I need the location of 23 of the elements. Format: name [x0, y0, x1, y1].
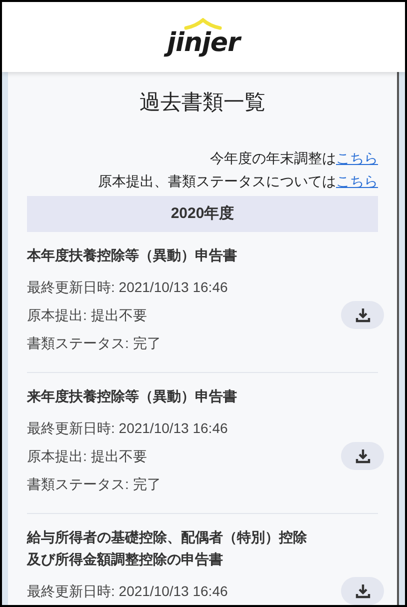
download-button[interactable] [341, 442, 384, 470]
here-link[interactable]: こちら [336, 173, 378, 189]
here-link[interactable]: こちら [336, 150, 378, 166]
document-detail: 最終更新日時: 2021/10/13 16:46 [27, 582, 228, 601]
year-band: 2020年度 [27, 196, 378, 232]
document-detail: 原本提出: 提出不要 [27, 447, 148, 466]
document-detail: 最終更新日時: 2021/10/13 16:46 [27, 419, 228, 438]
document-detail: 最終更新日時: 2021/10/13 16:46 [27, 278, 228, 297]
note-text: 原本提出、書類ステータスについてはこちら [98, 172, 378, 191]
document-title: 本年度扶養控除等（異動）申告書 [27, 246, 238, 265]
page-title: 過去書類一覧 [138, 90, 266, 116]
document-title: 来年度扶養控除等（異動）申告書 [27, 387, 238, 406]
download-icon [354, 448, 370, 464]
download-button[interactable] [341, 301, 384, 329]
download-button[interactable] [341, 577, 384, 605]
document-detail: 書類ステータス: 完了 [27, 334, 162, 353]
document-title: 給与所得者の基礎控除、配偶者（特別）控除 及び所得金額調整控除の申告書 [27, 528, 308, 569]
document-detail: 書類ステータス: 完了 [27, 475, 162, 494]
download-icon [354, 307, 370, 323]
roof-icon [184, 18, 222, 30]
download-icon [354, 583, 370, 599]
document-detail: 原本提出: 提出不要 [27, 306, 148, 325]
note-text: 今年度の年末調整はこちら [210, 149, 378, 168]
